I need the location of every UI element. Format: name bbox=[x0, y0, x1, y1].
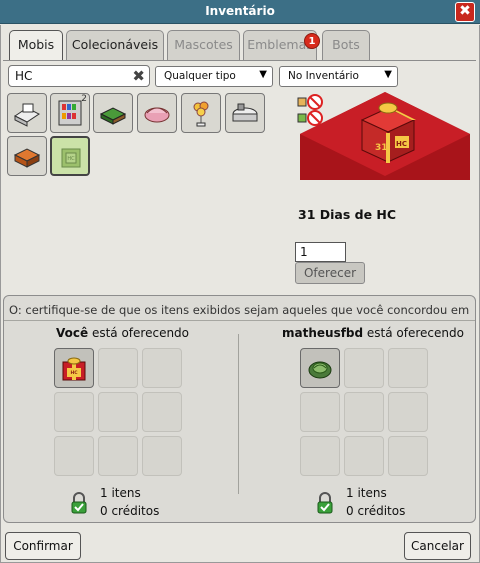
other-trade-slot[interactable] bbox=[388, 348, 428, 388]
your-offer-title: Você está oferecendo bbox=[56, 326, 189, 340]
your-offer-summary: 1 itens 0 créditos bbox=[100, 484, 159, 520]
other-trade-slot[interactable] bbox=[300, 436, 340, 476]
other-offer-title: matheusfbd está oferecendo bbox=[282, 326, 464, 340]
other-trade-slot[interactable] bbox=[344, 436, 384, 476]
offer-button[interactable]: Oferecer bbox=[295, 262, 365, 284]
location-select-value: No Inventário bbox=[288, 70, 359, 82]
tab-mascotes[interactable]: Mascotes bbox=[167, 30, 240, 60]
other-trade-slot[interactable] bbox=[388, 392, 428, 432]
your-trade-slot[interactable]: HC bbox=[54, 348, 94, 388]
selected-item-name: 31 Dias de HC bbox=[298, 207, 397, 222]
item-count: 2 bbox=[81, 94, 87, 104]
your-trade-slot[interactable] bbox=[98, 348, 138, 388]
tab-mobis[interactable]: Mobis bbox=[9, 30, 63, 61]
bathtub-icon bbox=[232, 103, 258, 122]
divider bbox=[4, 320, 475, 321]
cancel-button[interactable]: Cancelar bbox=[404, 532, 471, 560]
your-trade-slot[interactable] bbox=[98, 392, 138, 432]
svg-text:31: 31 bbox=[375, 143, 388, 153]
other-trade-slot[interactable] bbox=[344, 392, 384, 432]
your-trade-slot[interactable] bbox=[142, 436, 182, 476]
your-trade-slot[interactable] bbox=[54, 436, 94, 476]
your-trade-slot[interactable] bbox=[98, 436, 138, 476]
computer-desk-icon bbox=[14, 103, 40, 127]
balloon-lamp-icon bbox=[193, 101, 209, 127]
inventory-item[interactable] bbox=[181, 93, 221, 133]
trade-panel: O: certifique-se de que os itens exibido… bbox=[3, 295, 476, 523]
money-stack-icon bbox=[99, 107, 127, 125]
your-trade-slot[interactable] bbox=[54, 392, 94, 432]
svg-text:HC: HC bbox=[67, 156, 75, 162]
hc-gift-box-icon: HC bbox=[62, 357, 86, 381]
inventory-item-selected[interactable]: HC bbox=[50, 136, 90, 176]
other-user-name: matheusfbd bbox=[282, 326, 364, 340]
other-items-count: 1 itens bbox=[346, 486, 387, 500]
lock-icon bbox=[71, 492, 87, 514]
notification-badge: 1 bbox=[304, 33, 320, 49]
orange-crate-icon bbox=[13, 148, 41, 168]
window-title: Inventário bbox=[205, 4, 275, 18]
tab-emblemas[interactable]: Emblemas 1 bbox=[243, 30, 320, 60]
pink-shell-icon bbox=[144, 107, 170, 123]
window-titlebar: Inventário ✖ bbox=[0, 0, 480, 24]
tab-label: Colecionáveis bbox=[71, 37, 159, 52]
your-trade-slot[interactable] bbox=[142, 392, 182, 432]
other-credits: 0 créditos bbox=[346, 504, 406, 518]
close-button[interactable]: ✖ bbox=[455, 2, 475, 22]
your-credits: 0 créditos bbox=[100, 504, 160, 518]
clear-search-icon[interactable]: ✖ bbox=[132, 67, 145, 85]
other-trade-slot[interactable] bbox=[300, 392, 340, 432]
quantity-input[interactable]: 1 bbox=[295, 242, 346, 262]
tab-label: Emblemas bbox=[247, 37, 313, 52]
your-name: Você bbox=[56, 326, 89, 340]
other-trade-slot[interactable] bbox=[388, 436, 428, 476]
inventory-item[interactable] bbox=[7, 93, 47, 133]
confirm-button[interactable]: Confirmar bbox=[5, 532, 81, 560]
search-input[interactable]: HC ✖ bbox=[8, 65, 150, 87]
tab-colecionaveis[interactable]: Colecionáveis bbox=[66, 30, 164, 60]
location-select[interactable]: No Inventário ▼ bbox=[279, 66, 398, 87]
item-preview-image: 31 HC bbox=[300, 92, 470, 180]
inventory-item[interactable] bbox=[7, 136, 47, 176]
tab-bots[interactable]: Bots bbox=[322, 30, 370, 60]
chevron-down-icon: ▼ bbox=[259, 69, 267, 80]
inventory-item[interactable] bbox=[225, 93, 265, 133]
inventory-item[interactable] bbox=[93, 93, 133, 133]
trade-warning-text: O: certifique-se de que os itens exibido… bbox=[9, 303, 471, 317]
tab-label: Mobis bbox=[17, 37, 55, 52]
other-offer-summary: 1 itens 0 créditos bbox=[346, 484, 405, 520]
other-trade-slot[interactable] bbox=[300, 348, 340, 388]
divider bbox=[238, 334, 239, 494]
tab-label: Mascotes bbox=[174, 37, 233, 52]
svg-text:HC: HC bbox=[396, 140, 407, 148]
lock-icon bbox=[317, 492, 333, 514]
hc-green-box-icon: HC bbox=[61, 148, 81, 168]
inventory-item[interactable] bbox=[137, 93, 177, 133]
your-items-count: 1 itens bbox=[100, 486, 141, 500]
search-value: HC bbox=[15, 69, 33, 83]
other-trade-slot[interactable] bbox=[344, 348, 384, 388]
offering-label: está oferecendo bbox=[363, 326, 464, 340]
your-trade-slot[interactable] bbox=[142, 348, 182, 388]
cabbage-icon bbox=[308, 361, 332, 379]
type-select[interactable]: Qualquer tipo ▼ bbox=[155, 66, 273, 87]
inventory-item[interactable]: 2 bbox=[50, 93, 90, 133]
type-select-value: Qualquer tipo bbox=[164, 70, 236, 82]
chevron-down-icon: ▼ bbox=[384, 69, 392, 80]
offering-label: está oferecendo bbox=[88, 326, 190, 340]
svg-text:HC: HC bbox=[70, 370, 78, 376]
tab-label: Bots bbox=[332, 37, 360, 52]
